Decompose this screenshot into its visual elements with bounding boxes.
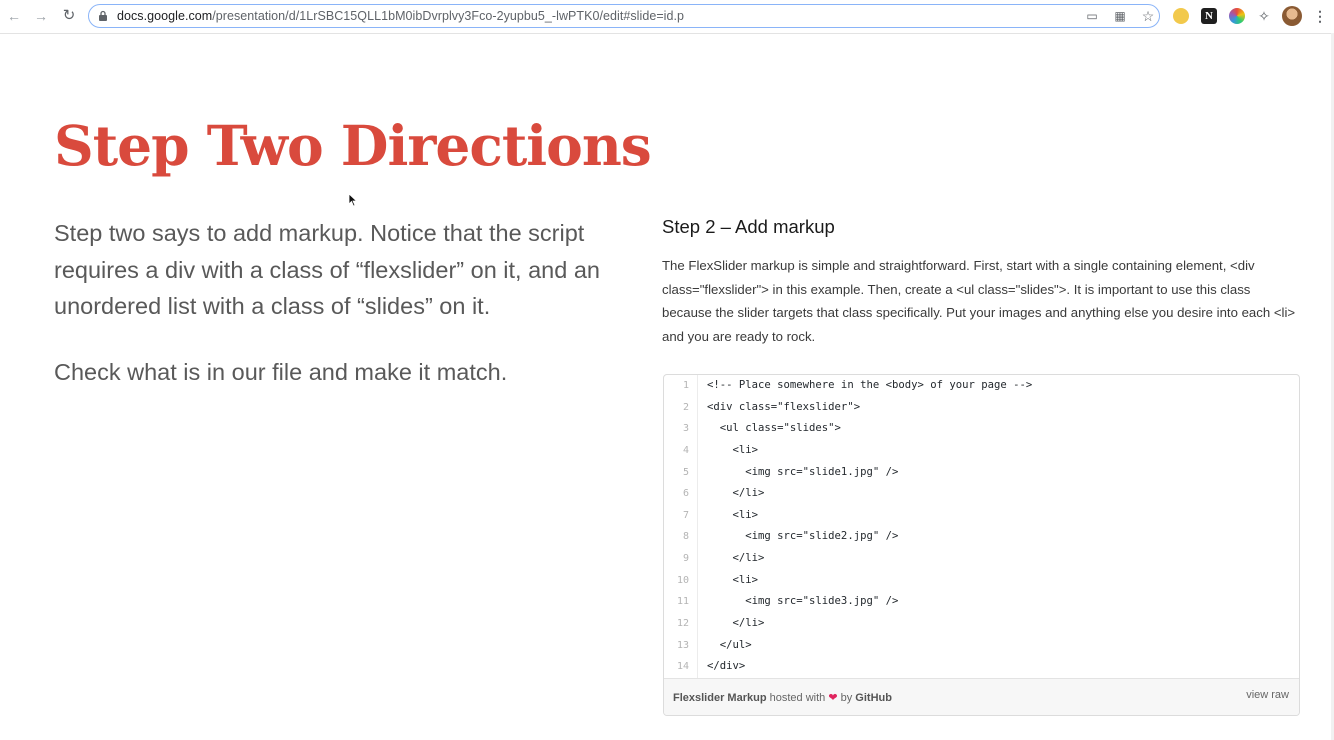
line-number: 7 [682,509,689,521]
code-text: <img src="slide1.jpg" /> [707,465,899,478]
code-text: <li> [707,573,759,586]
star-icon[interactable]: ☆ [1140,8,1156,24]
code-line: 8 <img src="slide2.jpg" /> [664,526,1299,548]
code-line: 6 </li> [664,483,1299,505]
github-link[interactable]: GitHub [855,692,892,704]
code-text: </ul> [707,638,752,651]
color-extension-icon[interactable] [1229,8,1245,24]
code-line: 1 <!-- Place somewhere in the <body> of y… [664,375,1299,397]
line-number: 9 [682,553,689,565]
slide-body: Step two says to add markup. Notice that… [54,215,624,390]
code-line: 4 <li> [664,440,1299,462]
code-line: 11 <img src="slide3.jpg" /> [664,591,1299,613]
forward-arrow-icon[interactable]: → [31,6,51,26]
code-line: 13 </ul> [664,635,1299,657]
code-gist: 1 <!-- Place somewhere in the <body> of y… [663,374,1300,716]
gist-file-link[interactable]: Flexslider Markup [673,692,767,704]
code-line: 10 <li> [664,570,1299,592]
notion-icon[interactable]: N [1201,8,1217,24]
line-number: 2 [682,401,689,413]
code-text: </li> [707,487,765,500]
documentation-excerpt: Step 2 – Add markup The FlexSlider marku… [662,212,1312,348]
code-text: <li> [707,508,759,521]
apps-icon[interactable]: ▦ [1112,8,1128,24]
cast-icon[interactable]: ▭ [1084,8,1100,24]
heart-icon: ❤ [828,692,838,704]
line-number: 5 [682,466,689,478]
reload-icon[interactable]: ↻ [59,6,79,26]
avatar[interactable] [1282,6,1302,26]
by-text: by [840,692,853,704]
line-number: 14 [676,661,689,673]
code-line: 5 <img src="slide1.jpg" /> [664,462,1299,484]
step-heading: Step 2 – Add markup [662,216,835,237]
code-text: </li> [707,552,765,565]
code-line: 12 </li> [664,613,1299,635]
code-text: <div class="flexslider"> [707,400,861,413]
code-text: <li> [707,443,759,456]
gist-meta: Flexslider Markup hosted with ❤ by GitHu… [673,691,892,704]
hosted-with-text: hosted with [769,692,826,704]
puzzle-icon[interactable]: ✧ [1256,8,1272,24]
browser-toolbar: ← → ↻ docs.google.com/presentation/d/1Lr… [0,0,1334,34]
code-line: 3 <ul class="slides"> [664,418,1299,440]
line-number: 11 [676,596,689,608]
step-description: The FlexSlider markup is simple and stra… [662,258,1296,344]
line-number: 1 [682,380,689,391]
line-number: 13 [676,639,689,651]
address-bar[interactable]: docs.google.com/presentation/d/1LrSBC15Q… [88,4,1160,28]
line-number: 6 [682,488,689,500]
code-text: <img src="slide3.jpg" /> [707,595,899,608]
mouse-cursor-icon [348,193,358,207]
code-text: <ul class="slides"> [707,422,841,435]
line-number: 3 [682,423,689,435]
code-line: 2 <div class="flexslider"> [664,397,1299,419]
gist-footer: Flexslider Markup hosted with ❤ by GitHu… [664,678,1299,715]
view-raw-link[interactable]: view raw [1246,689,1289,701]
line-number: 10 [676,574,689,586]
code-block: 1 <!-- Place somewhere in the <body> of y… [664,375,1299,678]
slide-title: Step Two Directions [54,113,652,178]
code-text: <!-- Place somewhere in the <body> of yo… [707,379,1033,391]
code-line: 14 </div> [664,656,1299,678]
code-text: <img src="slide2.jpg" /> [707,530,899,543]
code-text: </li> [707,617,765,630]
line-number: 8 [682,531,689,543]
code-line: 9 </li> [664,548,1299,570]
line-number: 12 [676,618,689,630]
code-line: 7 <li> [664,505,1299,527]
slide-paragraph: Step two says to add markup. Notice that… [54,220,600,319]
more-menu-icon[interactable]: ⋮ [1312,8,1328,24]
lock-icon [99,10,107,21]
code-text: </div> [707,660,746,673]
back-arrow-icon[interactable]: ← [4,6,24,26]
url-path: /presentation/d/1LrSBC15QLL1bM0ibDvrplvy… [212,9,685,23]
line-number: 4 [682,444,689,456]
extension-icon[interactable] [1173,8,1189,24]
slide-paragraph: Check what is in our file and make it ma… [54,358,508,385]
url-host: docs.google.com [117,9,213,23]
url-text[interactable]: docs.google.com/presentation/d/1LrSBC15Q… [117,9,684,23]
